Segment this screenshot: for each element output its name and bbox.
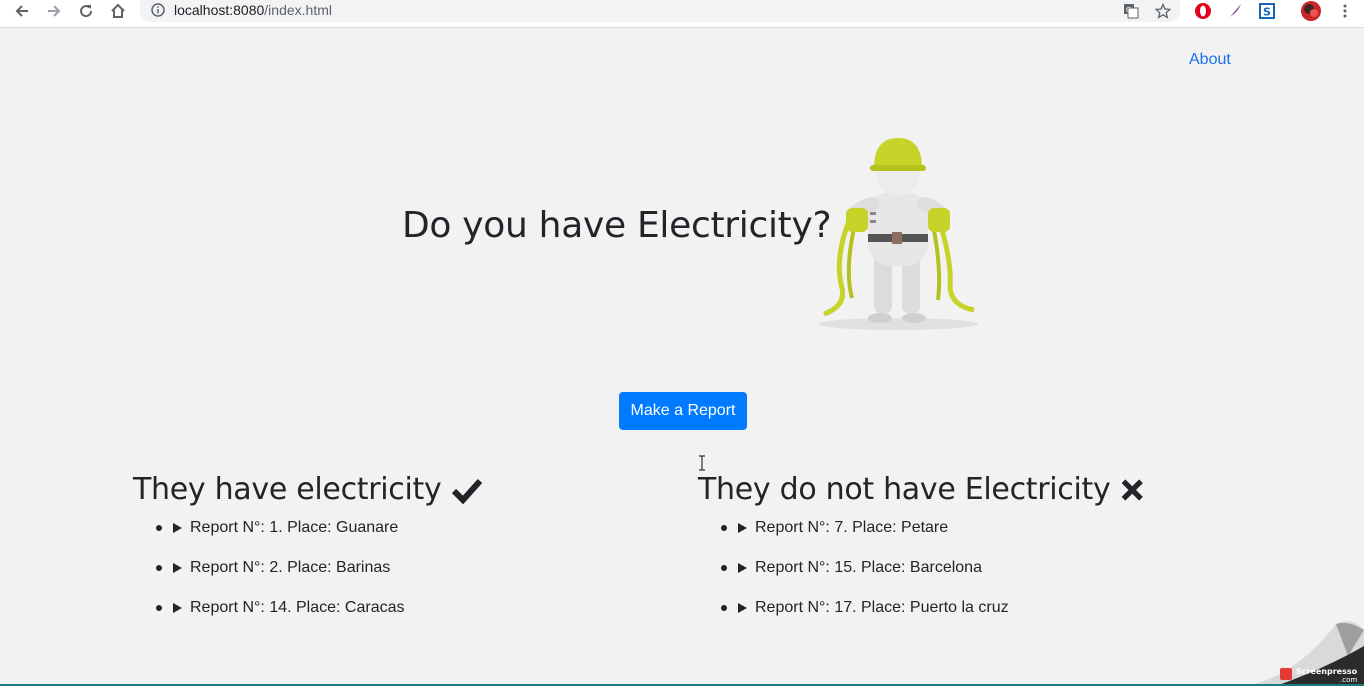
page-title: Do you have Electricity? [402,205,832,246]
no-electricity-list: Report N°: 7. Place: Petare Report N°: 1… [698,518,1148,638]
expand-caret-icon[interactable] [173,603,182,613]
url-host: localhost:8080 [174,2,265,18]
bullet [156,605,162,611]
list-item[interactable]: Report N°: 2. Place: Barinas [133,558,483,598]
bullet [721,605,727,611]
no-electricity-heading: They do not have Electricity [698,470,1148,510]
opera-extension-icon[interactable] [1192,0,1214,22]
no-electricity-title: They do not have Electricity [698,472,1111,507]
list-item[interactable]: Report N°: 17. Place: Puerto la cruz [698,598,1148,638]
profile-avatar[interactable] [1300,0,1322,22]
bullet [721,565,727,571]
menu-icon[interactable] [1334,0,1356,22]
svg-text:S: S [1263,6,1271,19]
back-icon[interactable] [8,0,36,22]
have-electricity-list: Report N°: 1. Place: Guanare Report N°: … [133,518,483,638]
list-item[interactable]: Report N°: 1. Place: Guanare [133,518,483,558]
list-item[interactable]: Report N°: 14. Place: Caracas [133,598,483,638]
expand-caret-icon[interactable] [738,523,747,533]
browser-toolbar: localhost:8080/index.html G S [0,0,1364,28]
list-item[interactable]: Report N°: 15. Place: Barcelona [698,558,1148,598]
expand-caret-icon[interactable] [738,563,747,573]
text-cursor-icon [699,455,705,471]
report-label: Report N°: 7. Place: Petare [755,519,949,536]
bullet [156,565,162,571]
no-electricity-section: They do not have Electricity Report N°: … [698,470,1148,638]
about-link[interactable]: About [1189,50,1231,70]
report-label: Report N°: 1. Place: Guanare [190,519,399,536]
have-electricity-title: They have electricity [133,472,442,507]
info-icon[interactable] [151,3,165,17]
have-electricity-section: They have electricity Report N°: 1. Plac… [133,470,483,638]
screenpresso-watermark: Screenpresso .com [1246,621,1364,686]
s-extension-icon[interactable]: S [1256,0,1278,22]
svg-text:Screenpresso: Screenpresso [1296,667,1358,676]
expand-caret-icon[interactable] [173,563,182,573]
electrician-figure-image [818,138,978,330]
svg-text:.com: .com [1340,676,1357,684]
make-report-button[interactable]: Make a Report [619,392,747,430]
x-icon [1122,479,1144,501]
forward-icon[interactable] [40,0,68,22]
svg-text:G: G [1126,6,1131,14]
translate-icon[interactable]: G [1120,0,1142,22]
have-electricity-heading: They have electricity [133,470,483,510]
report-label: Report N°: 2. Place: Barinas [190,559,391,576]
expand-caret-icon[interactable] [738,603,747,613]
address-bar[interactable]: localhost:8080/index.html [140,0,1180,22]
feather-extension-icon[interactable] [1224,0,1246,22]
check-icon [452,478,483,504]
list-item[interactable]: Report N°: 7. Place: Petare [698,518,1148,558]
star-icon[interactable] [1152,0,1174,22]
bullet [721,525,727,531]
url-path: /index.html [264,2,332,18]
report-label: Report N°: 15. Place: Barcelona [755,559,982,576]
home-icon[interactable] [104,0,132,22]
report-label: Report N°: 14. Place: Caracas [190,599,405,616]
report-label: Report N°: 17. Place: Puerto la cruz [755,599,1009,616]
url-text: localhost:8080/index.html [174,1,332,19]
expand-caret-icon[interactable] [173,523,182,533]
bullet [156,525,162,531]
reload-icon[interactable] [72,0,100,22]
